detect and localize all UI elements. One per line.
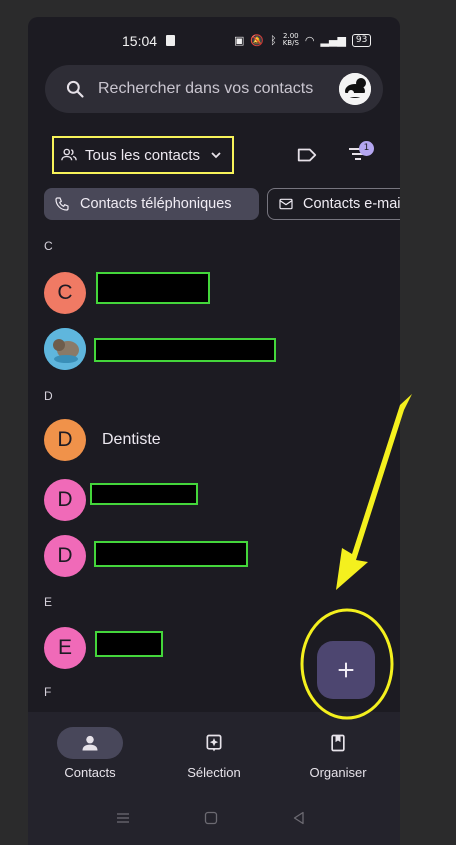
nav-contacts[interactable]: Contacts — [28, 727, 152, 787]
redacted-name[interactable] — [94, 541, 248, 567]
bluetooth-icon: ᛒ — [270, 33, 277, 47]
chip-phone-contacts[interactable]: Contacts téléphoniques — [44, 188, 259, 220]
chevron-down-icon — [211, 152, 221, 159]
contact-avatar[interactable]: D — [44, 535, 86, 577]
network-speed: 2.00 KB/S — [282, 32, 299, 47]
redacted-name[interactable] — [94, 338, 276, 362]
nfc-icon: ▣ — [234, 33, 245, 47]
section-header: D — [44, 389, 53, 403]
signal-icon: ▂▄▆ — [320, 33, 346, 47]
contact-avatar[interactable]: C — [44, 272, 86, 314]
contact-photo-image — [44, 328, 86, 370]
status-icons: ▣ 🔕 ᛒ 2.00 KB/S ◠ ▂▄▆ 93 — [234, 32, 372, 47]
contact-avatar[interactable]: D — [44, 479, 86, 521]
search-bar[interactable]: Rechercher dans vos contacts — [45, 65, 383, 113]
contact-name[interactable]: Dentiste — [102, 431, 161, 449]
nav-pill — [305, 727, 371, 759]
phone-icon — [55, 197, 69, 211]
bookmark-icon — [331, 734, 345, 752]
section-header: C — [44, 239, 53, 253]
filter-count-badge: 1 — [359, 141, 374, 156]
people-icon — [61, 148, 77, 161]
section-header: E — [44, 595, 53, 609]
status-time: 15:04 — [122, 33, 158, 49]
contact-avatar[interactable]: E — [44, 627, 86, 669]
back-system-icon[interactable] — [291, 810, 307, 826]
phone-screen: 15:04 ▣ 🔕 ᛒ 2.00 KB/S ◠ ▂▄▆ 93 Rechercher… — [28, 17, 400, 845]
home-system-icon[interactable] — [203, 810, 219, 826]
menu-system-icon[interactable] — [115, 810, 131, 826]
contact-avatar[interactable]: D — [44, 419, 86, 461]
chip-email-contacts[interactable]: Contacts e-mail — [267, 188, 400, 220]
sparkle-icon — [206, 734, 222, 752]
sim-icon — [166, 35, 175, 46]
redacted-name[interactable] — [90, 483, 198, 505]
label-icon[interactable] — [296, 144, 318, 166]
mail-icon — [279, 198, 293, 210]
redacted-name[interactable] — [96, 272, 210, 304]
add-contact-button[interactable] — [317, 641, 375, 699]
filter-label: Tous les contacts — [85, 146, 201, 164]
person-icon — [82, 735, 98, 751]
chip-label: Contacts e-mail — [303, 196, 400, 212]
chip-label: Contacts téléphoniques — [80, 196, 232, 212]
status-bar: 15:04 ▣ 🔕 ᛒ 2.00 KB/S ◠ ▂▄▆ 93 — [28, 31, 400, 51]
battery-indicator: 93 — [351, 33, 372, 47]
nav-organize[interactable]: Organiser — [276, 727, 400, 787]
nav-label: Sélection — [187, 765, 241, 780]
redacted-name[interactable] — [95, 631, 163, 657]
nav-label: Organiser — [309, 765, 367, 780]
section-header: F — [44, 685, 52, 699]
nav-pill — [181, 727, 247, 759]
account-avatar-image — [339, 73, 371, 105]
contact-avatar-photo[interactable] — [44, 328, 86, 370]
nav-label: Contacts — [64, 765, 116, 780]
nav-pill — [57, 727, 123, 759]
nav-selection[interactable]: Sélection — [152, 727, 276, 787]
contacts-filter-dropdown[interactable]: Tous les contacts — [52, 136, 234, 174]
search-icon — [66, 80, 84, 98]
account-avatar[interactable] — [339, 73, 371, 105]
search-placeholder: Rechercher dans vos contacts — [98, 80, 314, 97]
wifi-icon: ◠ — [304, 33, 315, 47]
bottom-navigation: Contacts Sélection Organiser — [28, 712, 400, 845]
screenshot-canvas: 15:04 ▣ 🔕 ᛒ 2.00 KB/S ◠ ▂▄▆ 93 Rechercher… — [0, 0, 456, 845]
mute-icon: 🔕 — [250, 33, 265, 47]
plus-icon — [338, 662, 354, 678]
